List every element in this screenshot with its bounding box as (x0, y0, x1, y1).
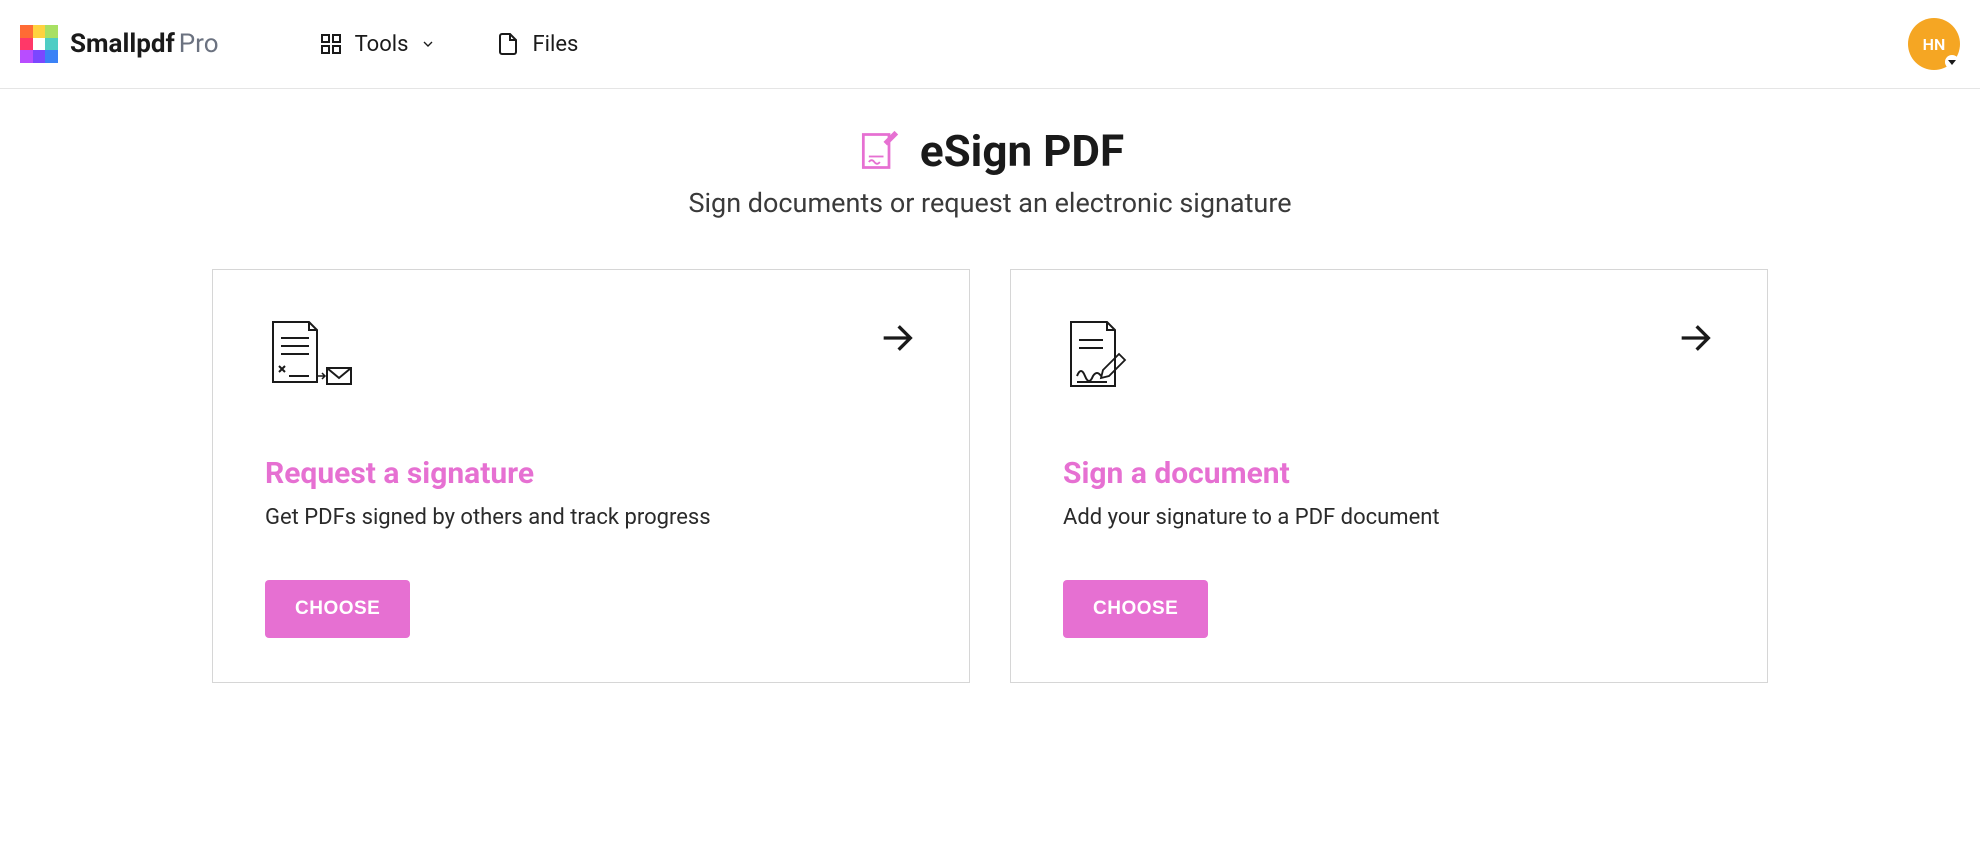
arrow-right-icon (1675, 318, 1715, 362)
action-cards: Request a signature Get PDFs signed by o… (200, 239, 1780, 713)
arrow-right-icon (877, 318, 917, 362)
app-header: SmallpdfPro Tools Files HN (0, 0, 1980, 89)
file-icon (496, 30, 520, 58)
logo-group[interactable]: SmallpdfPro (20, 25, 219, 63)
card-description: Add your signature to a PDF document (1063, 505, 1715, 530)
page-title: eSign PDF (920, 125, 1124, 177)
smallpdf-logo-icon (20, 25, 58, 63)
card-title: Request a signature (265, 456, 917, 491)
nav-files-label: Files (532, 32, 578, 57)
nav-files[interactable]: Files (496, 30, 578, 58)
request-signature-card[interactable]: Request a signature Get PDFs signed by o… (212, 269, 970, 683)
request-signature-icon (265, 318, 917, 398)
brand-text: Smallpdf (70, 29, 175, 59)
page-subtitle: Sign documents or request an electronic … (20, 187, 1960, 219)
nav-tools[interactable]: Tools (319, 32, 437, 57)
card-title: Sign a document (1063, 456, 1715, 491)
caret-down-icon (1945, 55, 1959, 69)
brand-suffix: Pro (179, 29, 219, 59)
user-avatar[interactable]: HN (1908, 18, 1960, 70)
sign-document-card[interactable]: Sign a document Add your signature to a … (1010, 269, 1768, 683)
card-description: Get PDFs signed by others and track prog… (265, 505, 917, 530)
apps-grid-icon (319, 32, 343, 56)
esign-icon (856, 129, 900, 173)
main-nav: Tools Files (319, 30, 579, 58)
chevron-down-icon (420, 36, 436, 52)
nav-tools-label: Tools (355, 32, 409, 57)
brand-name: SmallpdfPro (70, 29, 219, 59)
choose-button[interactable]: CHOOSE (1063, 580, 1208, 638)
sign-document-icon (1063, 318, 1715, 398)
choose-button[interactable]: CHOOSE (265, 580, 410, 638)
avatar-initials: HN (1923, 35, 1946, 54)
hero: eSign PDF Sign documents or request an e… (0, 89, 1980, 239)
